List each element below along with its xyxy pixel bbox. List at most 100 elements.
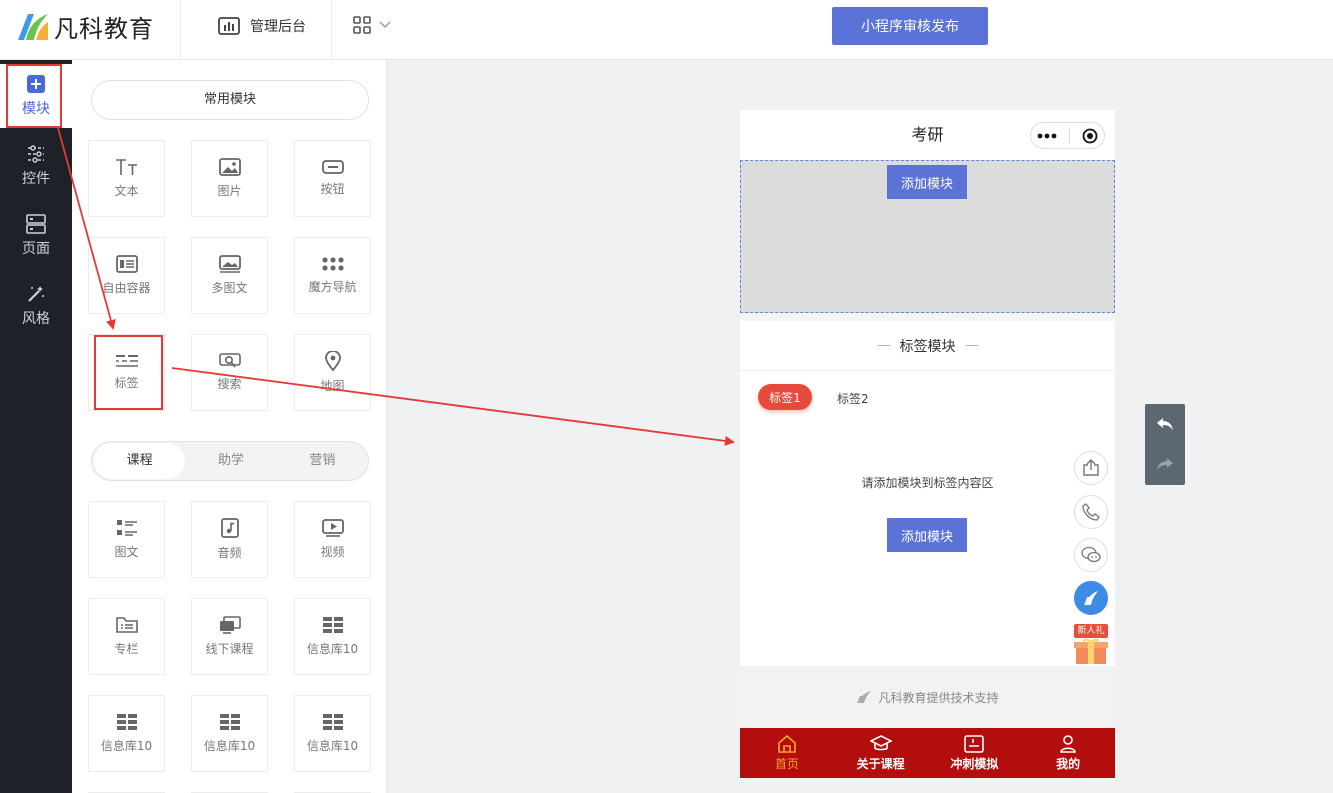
tab-about-course[interactable]: 关于课程 <box>834 728 928 778</box>
share-button[interactable] <box>1074 451 1108 485</box>
empty-tag-hint: 请添加模块到标签内容区 <box>861 476 994 490</box>
rail-item-style[interactable]: 风格 <box>0 274 72 338</box>
rail-item-pages[interactable]: 页面 <box>0 204 72 268</box>
module-offline-course[interactable]: 线下课程 <box>191 598 268 675</box>
undo-icon <box>1157 418 1173 430</box>
phone-call-button[interactable] <box>1074 495 1108 529</box>
module-label: 按钮 <box>320 182 345 196</box>
user-icon <box>1060 734 1076 753</box>
new-user-gift[interactable]: 新人礼 <box>1074 624 1108 664</box>
module-image[interactable]: 图片 <box>191 140 268 217</box>
title-dash <box>964 345 979 346</box>
button-icon <box>321 160 344 174</box>
share-icon <box>1083 459 1099 476</box>
rail-label: 控件 <box>22 171 50 187</box>
music-note-icon <box>220 518 239 538</box>
module-video[interactable]: 视频 <box>294 501 371 578</box>
add-module-button[interactable]: 添加模块 <box>887 518 967 552</box>
list-icon <box>116 520 137 536</box>
add-module-button[interactable]: 添加模块 <box>887 165 967 199</box>
header-divider <box>180 0 181 60</box>
header-divider <box>331 0 332 60</box>
module-panel: 常用模块 文本 图片 按钮 自由容器 多图文 魔方导航 标签 搜索 地图 课程 … <box>72 60 387 793</box>
brand-float-button[interactable] <box>1074 581 1108 615</box>
logo-text: 凡科教育 <box>54 14 154 43</box>
module-label: 线下课程 <box>205 642 254 656</box>
module-label: 文本 <box>114 184 139 198</box>
rail-label: 页面 <box>22 241 50 257</box>
admin-link[interactable]: 管理后台 <box>218 16 306 36</box>
rail-label: 风格 <box>22 311 50 327</box>
module-info-library[interactable]: 信息库10 <box>88 695 165 772</box>
tab-study-aid[interactable]: 助学 <box>185 443 276 479</box>
module-label: 音频 <box>217 546 242 560</box>
module-audio[interactable]: 音频 <box>191 501 268 578</box>
sliders-icon <box>28 145 44 163</box>
tag-2[interactable]: 标签2 <box>837 390 869 407</box>
search-box-icon <box>218 353 241 368</box>
module-button[interactable]: 按钮 <box>294 140 371 217</box>
tag-1[interactable]: 标签1 <box>758 384 812 410</box>
module-info-library[interactable]: 信息库10 <box>191 695 268 772</box>
chevron-down-icon <box>379 21 391 28</box>
undo-button[interactable] <box>1145 404 1185 444</box>
info-grid-icon <box>322 714 343 730</box>
module-drop-zone[interactable]: 添加模块 <box>740 160 1115 313</box>
module-label: 视频 <box>320 545 345 559</box>
phone-icon <box>1082 503 1100 521</box>
more-dots-icon <box>1037 133 1057 138</box>
module-map[interactable]: 地图 <box>294 334 371 411</box>
tag-module-title-text: 标签模块 <box>899 338 956 355</box>
brand-logo-icon <box>1084 591 1098 605</box>
tab-marketing[interactable]: 营销 <box>277 443 368 479</box>
module-label: 魔方导航 <box>308 280 357 294</box>
module-magic-nav[interactable]: 魔方导航 <box>294 237 371 314</box>
module-label: 信息库10 <box>100 739 153 753</box>
common-modules-header[interactable]: 常用模块 <box>91 80 369 120</box>
tab-home[interactable]: 首页 <box>740 728 834 778</box>
rail-item-controls[interactable]: 控件 <box>0 134 72 198</box>
wechat-icon <box>1081 546 1101 563</box>
tab-sprint-mock[interactable]: 冲刺模拟 <box>928 728 1022 778</box>
module-text[interactable]: 文本 <box>88 140 165 217</box>
gift-box-icon <box>1074 638 1108 664</box>
miniprogram-capsule[interactable] <box>1030 122 1105 149</box>
tab-label: 我的 <box>1056 756 1081 771</box>
wechat-button[interactable] <box>1074 538 1108 572</box>
redo-icon <box>1157 458 1173 470</box>
section-gap <box>740 313 1115 321</box>
gift-label: 新人礼 <box>1074 624 1108 638</box>
page-layout-icon <box>26 214 46 234</box>
module-info-library[interactable]: 信息库10 <box>294 695 371 772</box>
exam-card-icon <box>964 734 985 753</box>
brand-logo[interactable]: 凡科教育 <box>14 8 154 44</box>
folder-icon <box>115 617 138 633</box>
image-icon <box>218 158 241 176</box>
support-text: 凡科教育提供技术支持 <box>878 690 999 705</box>
text-icon <box>115 159 137 175</box>
apps-menu[interactable] <box>353 16 391 34</box>
redo-button[interactable] <box>1145 444 1185 484</box>
module-info-library[interactable]: 信息库10 <box>294 598 371 675</box>
title-dash <box>876 345 891 346</box>
module-label: 图片 <box>217 184 242 198</box>
logo-icon <box>18 14 48 40</box>
publish-miniprogram-button[interactable]: 小程序审核发布 <box>832 7 988 45</box>
left-rail: 模块 控件 页面 风格 <box>0 60 72 793</box>
tab-course[interactable]: 课程 <box>94 443 186 479</box>
record-target-icon <box>1082 128 1098 143</box>
module-label: 搜索 <box>217 377 242 391</box>
module-column[interactable]: 专栏 <box>88 598 165 675</box>
module-multi-image-text[interactable]: 多图文 <box>191 237 268 314</box>
module-label: 地图 <box>320 379 345 393</box>
module-search[interactable]: 搜索 <box>191 334 268 411</box>
tech-support-footer: 凡科教育提供技术支持 <box>740 666 1115 728</box>
module-label: 自由容器 <box>102 281 151 295</box>
brand-mark-icon <box>857 691 872 703</box>
chart-icon <box>218 17 240 35</box>
bottom-tabbar: 首页 关于课程 冲刺模拟 我的 <box>740 728 1115 778</box>
module-image-text[interactable]: 图文 <box>88 501 165 578</box>
module-free-container[interactable]: 自由容器 <box>88 237 165 314</box>
tab-mine[interactable]: 我的 <box>1021 728 1115 778</box>
container-icon <box>115 255 138 273</box>
